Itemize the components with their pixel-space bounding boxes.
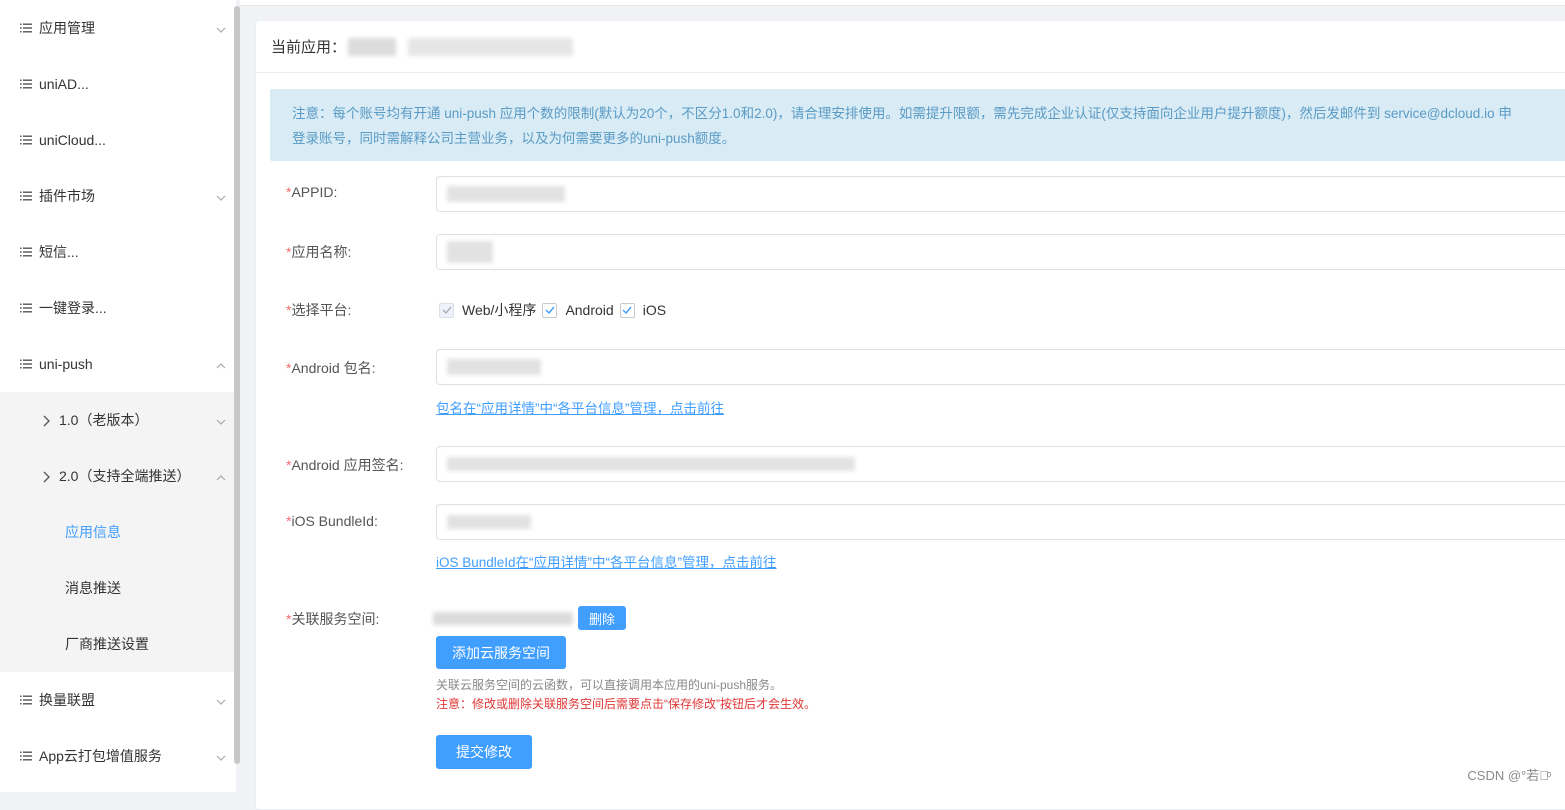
list-icon: [20, 191, 32, 201]
sidebar-item[interactable]: 插件市场: [0, 168, 236, 224]
service-space-row: *关联服务空间:: [286, 609, 436, 629]
delete-space-button[interactable]: 删除: [578, 606, 626, 630]
sidebar-item-label: 厂商推送设置: [65, 634, 149, 654]
ios-bundle-input[interactable]: [436, 504, 1565, 540]
appid-input[interactable]: [436, 176, 1565, 212]
submit-button[interactable]: 提交修改: [436, 735, 532, 769]
sidebar-item[interactable]: uni-push: [0, 336, 236, 392]
android-sign-label: *Android 应用签名:: [286, 455, 436, 475]
appname-row: *应用名称:: [286, 242, 436, 262]
ios-bundle-link[interactable]: iOS BundleId在“应用详情”中“各平台信息”管理，点击前往: [436, 551, 777, 571]
list-icon: [20, 359, 32, 369]
sidebar-scrollbar[interactable]: [234, 6, 240, 764]
notice-line-2: 登录账号，同时需解释公司主营业务，以及为何需要更多的uni-push额度。: [292, 126, 1558, 151]
sidebar-item-label: 一键登录...: [39, 298, 107, 318]
sidebar-item-label: uni-push: [39, 356, 93, 372]
sidebar-item[interactable]: 应用管理: [0, 0, 236, 56]
chevron-up-icon: [216, 358, 226, 368]
sidebar-item-label: 2.0（支持全端推送）: [59, 466, 190, 486]
service-space-warning: 注意：修改或删除关联服务空间后需要点击“保存修改”按钮后才会生效。: [436, 695, 816, 712]
service-space-hint: 关联云服务空间的云函数，可以直接调用本应用的uni-push服务。: [436, 676, 782, 693]
sidebar-item[interactable]: 消息推送: [0, 560, 236, 616]
appname-input[interactable]: [436, 234, 1565, 270]
sidebar: 应用管理 uniAD... uniCloud... 插件市场短信... 一键登录... u…: [0, 0, 236, 792]
sidebar-item[interactable]: uniAD...: [0, 56, 236, 112]
sidebar-item-label: 应用管理: [39, 18, 95, 38]
current-app-label: 当前应用：: [271, 36, 346, 57]
top-bar: [240, 0, 1565, 6]
list-icon: [20, 247, 32, 257]
ios-bundle-row: *iOS BundleId:: [286, 513, 436, 529]
sidebar-item-label: uniAD...: [39, 76, 89, 92]
sidebar-item[interactable]: 2.0（支持全端推送）: [0, 448, 236, 504]
chevron-down-icon: [216, 190, 226, 200]
sidebar-item-label: 消息推送: [65, 578, 121, 598]
platform-row: *选择平台:: [286, 300, 436, 320]
add-space-button[interactable]: 添加云服务空间: [436, 636, 566, 669]
sidebar-item-label: App云打包增值服务: [39, 746, 162, 766]
redacted-app-id: [408, 38, 573, 56]
sidebar-item[interactable]: 换量联盟: [0, 672, 236, 728]
ios-bundle-label: *iOS BundleId:: [286, 513, 436, 529]
redacted-app-name: [348, 38, 396, 56]
service-space-label: *关联服务空间:: [286, 609, 436, 629]
chevron-down-icon: [216, 22, 226, 32]
sidebar-item-label: 换量联盟: [39, 690, 95, 710]
notice-banner: 注意：每个账号均有开通 uni-push 应用个数的限制(默认为20个，不区分1…: [270, 89, 1565, 161]
chevron-up-icon: [216, 470, 226, 480]
sidebar-item-label: 短信...: [39, 242, 79, 262]
redacted-service-space: [433, 612, 573, 625]
list-icon: [20, 135, 32, 145]
appid-label: *APPID:: [286, 184, 436, 200]
android-sign-input[interactable]: [436, 446, 1565, 482]
sidebar-item[interactable]: 应用信息: [0, 504, 236, 560]
sidebar-item[interactable]: 一键登录...: [0, 280, 236, 336]
list-icon: [20, 751, 32, 761]
appname-label: *应用名称:: [286, 242, 436, 262]
uni-push-submenu: 1.0（老版本） 2.0（支持全端推送） 应用信息消息推送厂商推送设置: [0, 392, 236, 672]
sidebar-item[interactable]: App云打包增值服务: [0, 728, 236, 784]
app-info-card: 当前应用： 注意：每个账号均有开通 uni-push 应用个数的限制(默认为20…: [255, 20, 1565, 810]
chevron-down-icon: [216, 750, 226, 760]
chevron-right-icon: [42, 470, 51, 482]
checkbox-web[interactable]: [439, 303, 454, 318]
sidebar-item[interactable]: uniCloud...: [0, 112, 236, 168]
sidebar-item-label: 1.0（老版本）: [59, 410, 148, 430]
checkbox-ios-label: iOS: [643, 302, 666, 318]
appid-row: *APPID:: [286, 184, 436, 200]
android-sign-row: *Android 应用签名:: [286, 455, 436, 475]
checkbox-web-label: Web/小程序: [462, 300, 536, 320]
sidebar-item-label: uniCloud...: [39, 132, 106, 148]
chevron-down-icon: [216, 414, 226, 424]
android-pkg-label: *Android 包名:: [286, 358, 436, 378]
android-pkg-link[interactable]: 包名在“应用详情”中“各平台信息”管理，点击前往: [436, 397, 724, 417]
list-icon: [20, 79, 32, 89]
platform-label: *选择平台:: [286, 300, 436, 320]
sidebar-item[interactable]: 1.0（老版本）: [0, 392, 236, 448]
sidebar-item-label: 应用信息: [65, 522, 121, 542]
watermark: CSDN @°若水ͦ: [1467, 765, 1549, 784]
notice-line-1: 注意：每个账号均有开通 uni-push 应用个数的限制(默认为20个，不区分1…: [292, 101, 1558, 126]
sidebar-item[interactable]: 厂商推送设置: [0, 616, 236, 672]
platform-checkboxes: Web/小程序 Android iOS: [439, 300, 672, 320]
list-icon: [20, 695, 32, 705]
checkbox-android[interactable]: [542, 303, 557, 318]
checkbox-ios[interactable]: [620, 303, 635, 318]
android-pkg-row: *Android 包名:: [286, 358, 436, 378]
chevron-right-icon: [42, 414, 51, 426]
list-icon: [20, 303, 32, 313]
card-header: 当前应用：: [256, 21, 1565, 73]
checkbox-android-label: Android: [565, 302, 613, 318]
sidebar-item-label: 插件市场: [39, 186, 95, 206]
list-icon: [20, 23, 32, 33]
chevron-down-icon: [216, 694, 226, 704]
android-pkg-input[interactable]: [436, 349, 1565, 385]
sidebar-item[interactable]: 短信...: [0, 224, 236, 280]
